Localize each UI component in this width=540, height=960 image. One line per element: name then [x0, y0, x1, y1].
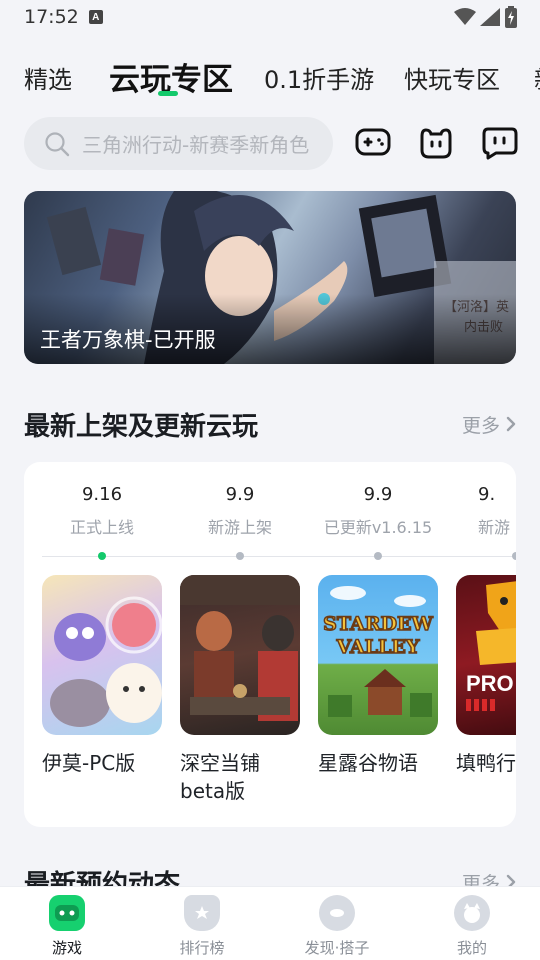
gamepad-icon[interactable]	[353, 123, 393, 163]
cell-signal-icon	[480, 8, 500, 26]
puppy-icon[interactable]	[416, 123, 456, 163]
more-label: 更多	[461, 414, 500, 437]
timeline-dot-active	[98, 552, 106, 560]
game-card-duck[interactable]: PRO 填鸭行	[456, 575, 516, 777]
game-controller-icon	[49, 895, 85, 931]
game-name: 星露谷物语	[318, 751, 418, 775]
timeline-date: 9.9	[225, 484, 255, 505]
nav-games[interactable]: 游戏	[22, 895, 112, 958]
timeline-date: 9.9	[363, 484, 393, 505]
game-cover	[180, 575, 300, 735]
timeline-dot	[374, 552, 382, 560]
chat-bot-icon[interactable]	[480, 123, 520, 163]
game-name: 填鸭行	[456, 751, 516, 775]
status-time: 17:52	[24, 6, 79, 28]
svg-text:STARDEW: STARDEW	[323, 613, 433, 635]
wifi-icon	[454, 8, 476, 25]
timeline-item: 9. 新游	[456, 484, 516, 538]
game-card-deep-space-pawnshop[interactable]: 深空当铺beta版	[180, 575, 300, 805]
battery-icon	[505, 6, 517, 28]
bottom-navigation: 游戏 排行榜 发现·搭子 我的	[0, 886, 540, 960]
featured-banner[interactable]: 【河洛】英 内击败 王者万象棋-已开服	[24, 191, 516, 364]
game-card-imo[interactable]: 伊莫-PC版	[42, 575, 162, 777]
chevron-right-icon	[506, 416, 516, 432]
timeline-label: 已更新v1.6.15	[323, 518, 433, 537]
timeline-line	[42, 556, 516, 557]
category-tabs: 精选 云玩专区 0.1折手游 快玩专区 新	[0, 44, 540, 104]
banner-title: 王者万象棋-已开服	[40, 328, 216, 352]
game-cover: STARDEW VALLEY	[318, 575, 438, 735]
tab-quick-play[interactable]: 快玩专区	[404, 60, 500, 95]
status-left: 17:52 A	[24, 6, 103, 28]
notification-a-icon: A	[88, 10, 103, 24]
nav-rankings[interactable]: 排行榜	[157, 895, 247, 958]
timeline-dot	[236, 552, 244, 560]
tab-new[interactable]: 新	[534, 60, 540, 95]
more-link[interactable]: 更多	[462, 411, 516, 438]
timeline-label: 正式上线	[69, 518, 134, 537]
trophy-shield-icon	[184, 895, 220, 931]
game-cover	[42, 575, 162, 735]
game-cover: PRO	[456, 575, 516, 735]
game-name: 深空当铺beta版	[180, 751, 260, 803]
status-bar: 17:52 A	[0, 0, 540, 34]
notification-badge-text: A	[92, 11, 100, 23]
svg-text:PRO: PRO	[466, 671, 514, 696]
nav-discover[interactable]: 发现·搭子	[292, 895, 382, 958]
section-header-new-releases: 最新上架及更新云玩 更多	[24, 404, 516, 444]
search-input[interactable]: 三角洲行动-新赛季新角色	[24, 117, 333, 170]
new-releases-card: 9.16 正式上线 9.9 新游上架 9.9 已更新v1.6.15 9. 新游	[24, 462, 516, 827]
nav-profile[interactable]: 我的	[427, 895, 517, 958]
planet-icon	[319, 895, 355, 931]
timeline-date: 9.	[478, 484, 496, 505]
search-placeholder: 三角洲行动-新赛季新角色	[82, 133, 310, 157]
section-title: 最新上架及更新云玩	[24, 411, 259, 442]
nav-label: 排行榜	[179, 939, 225, 957]
nav-label: 游戏	[51, 939, 82, 957]
timeline-dot	[512, 552, 516, 560]
nav-label: 发现·搭子	[304, 939, 370, 957]
game-card-stardew-valley[interactable]: STARDEW VALLEY 星露谷物语	[318, 575, 438, 777]
timeline-item: 9.16 正式上线	[42, 484, 162, 538]
timeline-label: 新游上架	[207, 518, 272, 537]
tab-discount-games[interactable]: 0.1折手游	[264, 60, 374, 95]
timeline-label: 新游	[478, 518, 511, 537]
nav-label: 我的	[456, 939, 487, 957]
search-icon	[45, 131, 70, 156]
active-tab-indicator	[158, 91, 178, 96]
game-name: 伊莫-PC版	[42, 751, 136, 775]
avatar-icon	[454, 895, 490, 931]
tab-featured[interactable]: 精选	[24, 60, 72, 95]
svg-text:VALLEY: VALLEY	[336, 636, 420, 658]
timeline-item: 9.9 已更新v1.6.15	[318, 484, 438, 538]
status-right	[454, 6, 518, 28]
timeline-item: 9.9 新游上架	[180, 484, 300, 538]
timeline-date: 9.16	[81, 484, 123, 505]
